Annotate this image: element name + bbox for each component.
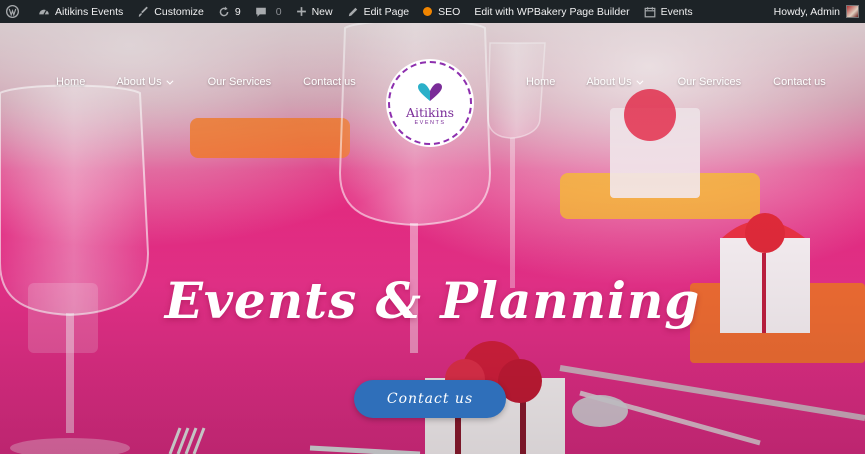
events-link[interactable]: Events [644,6,693,18]
customize-link[interactable]: Customize [137,6,204,18]
edit-page-link[interactable]: Edit Page [347,5,410,18]
nav-home-link[interactable]: Home [526,76,555,88]
nav-about-link[interactable]: About Us [586,76,644,88]
wp-admin-bar: Aitikins Events Customize 9 0 New Edit P… [0,0,865,23]
dashboard-icon [38,6,50,18]
wordpress-logo-button[interactable] [6,5,24,18]
nav-home-link[interactable]: Home [56,76,85,88]
new-label: New [311,5,333,18]
nav-services-link[interactable]: Our Services [208,76,272,88]
primary-nav-right: Home About Us Our Services Contact us [526,76,826,88]
updates-link[interactable]: 9 [218,6,241,18]
new-content-link[interactable]: New [296,6,333,18]
primary-nav-left: Home About Us Our Services Contact us [56,76,356,88]
updates-count: 9 [234,5,241,18]
nav-contact-link[interactable]: Contact us [773,76,826,88]
nav-about-label: About Us [116,76,162,88]
site-name-label: Aitikins Events [55,5,124,18]
edit-page-label: Edit Page [363,5,410,18]
wpbakery-link[interactable]: Edit with WPBakery Page Builder [474,6,629,18]
comments-count: 0 [275,5,282,18]
seo-label: SEO [438,5,461,18]
howdy-label: Howdy, Admin [773,5,840,18]
pencil-icon [347,6,359,18]
customize-label: Customize [154,5,204,18]
chevron-down-icon [635,77,644,85]
logo-subtitle: EVENTS [414,119,446,126]
comments-link[interactable]: 0 [255,6,282,18]
events-label: Events [660,5,693,18]
nav-about-label: About Us [586,76,632,88]
wordpress-icon [6,5,19,18]
nav-contact-link[interactable]: Contact us [303,76,356,88]
hero-title: Events & Planning [164,271,701,330]
avatar [846,5,859,18]
swan-hearts-icon [418,82,442,101]
plus-icon [296,6,307,17]
contact-us-button[interactable]: Contact us [354,380,506,418]
comment-bubble-icon [255,6,267,18]
seo-link[interactable]: SEO [423,6,460,18]
nav-services-link[interactable]: Our Services [678,76,742,88]
refresh-icon [218,6,230,18]
wpbakery-label: Edit with WPBakery Page Builder [474,5,630,18]
site-logo[interactable]: Aitikins EVENTS [388,61,472,145]
chevron-down-icon [165,77,174,85]
paintbrush-icon [137,6,149,18]
nav-about-link[interactable]: About Us [116,76,174,88]
calendar-icon [644,6,656,18]
site-name-link[interactable]: Aitikins Events [38,6,123,18]
logo-name: Aitikins [405,104,455,120]
hero-section: Home About Us Our Services Contact us Ai… [0,23,865,454]
seo-status-icon [423,7,433,16]
account-menu[interactable]: Howdy, Admin [774,5,859,18]
